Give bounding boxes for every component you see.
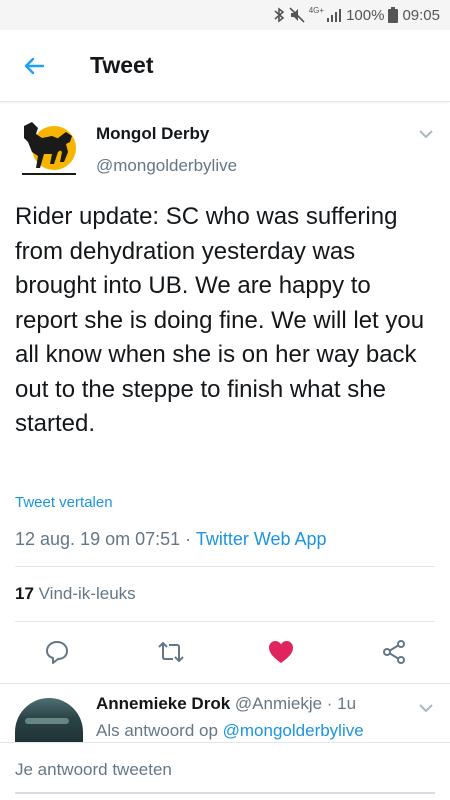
chevron-down-icon [419, 130, 433, 139]
reply-icon [46, 641, 68, 664]
clock: 09:05 [402, 6, 440, 24]
replying-prefix: Als antwoord op [96, 721, 223, 740]
divider [0, 683, 450, 684]
chevron-down-icon [419, 704, 433, 713]
page-title: Tweet [90, 52, 154, 78]
divider [15, 566, 435, 567]
mute-icon [289, 7, 305, 23]
battery-level: 100% [346, 6, 385, 24]
tweet-text: Rider update: SC who was suffering from … [15, 203, 425, 437]
reply-author-name: Annemieke Drok [96, 694, 231, 713]
signal-icon [326, 7, 342, 23]
input-underline [15, 792, 435, 794]
back-button[interactable] [18, 50, 50, 82]
tweet-menu-button[interactable] [416, 124, 436, 144]
reply-button[interactable] [42, 637, 72, 667]
share-button[interactable] [379, 637, 409, 667]
like-label: Vind-ik-leuks [33, 584, 136, 603]
retweet-button[interactable] [156, 637, 186, 667]
retweet-icon [158, 641, 184, 663]
network-type-label: 4G+ [308, 6, 325, 15]
tweet-meta: 12 aug. 19 om 07:51 · Twitter Web App [15, 529, 327, 550]
app-bar: Tweet [0, 30, 450, 102]
likes-count-link[interactable]: 17 Vind-ik-leuks [15, 584, 136, 604]
share-icon [383, 640, 405, 664]
like-button[interactable] [266, 637, 296, 667]
bluetooth-icon [273, 7, 285, 23]
status-icons: 4G+ 100% 09:05 [273, 0, 440, 30]
author-avatar[interactable] [18, 118, 80, 180]
replying-to-mention[interactable]: @mongolderbylive [223, 721, 364, 740]
reply-menu-button[interactable] [416, 698, 436, 718]
reply-avatar[interactable] [15, 698, 83, 742]
arrow-left-icon [24, 57, 45, 75]
replying-to-line: Als antwoord op @mongolderbylive [96, 721, 364, 741]
reply-input[interactable]: Je antwoord tweeten [15, 760, 172, 780]
author-handle[interactable]: @mongolderbylive [96, 156, 237, 176]
reply-author-line[interactable]: Annemieke Drok @Anmiekje · 1u [96, 694, 356, 714]
battery-icon [388, 7, 399, 23]
avatar-image [25, 718, 69, 724]
tweet-source-link[interactable]: Twitter Web App [196, 529, 327, 549]
author-name[interactable]: Mongol Derby [96, 124, 209, 144]
status-bar: 4G+ 100% 09:05 [0, 0, 450, 30]
like-heart-icon [269, 641, 293, 663]
tweet-timestamp: 12 aug. 19 om 07:51 · [15, 529, 196, 549]
translate-tweet-link[interactable]: Tweet vertalen [15, 494, 113, 511]
reply-author-meta: @Anmiekje · 1u [230, 694, 357, 713]
mongol-derby-logo [22, 122, 76, 175]
divider [15, 621, 435, 622]
like-count: 17 [15, 584, 34, 603]
